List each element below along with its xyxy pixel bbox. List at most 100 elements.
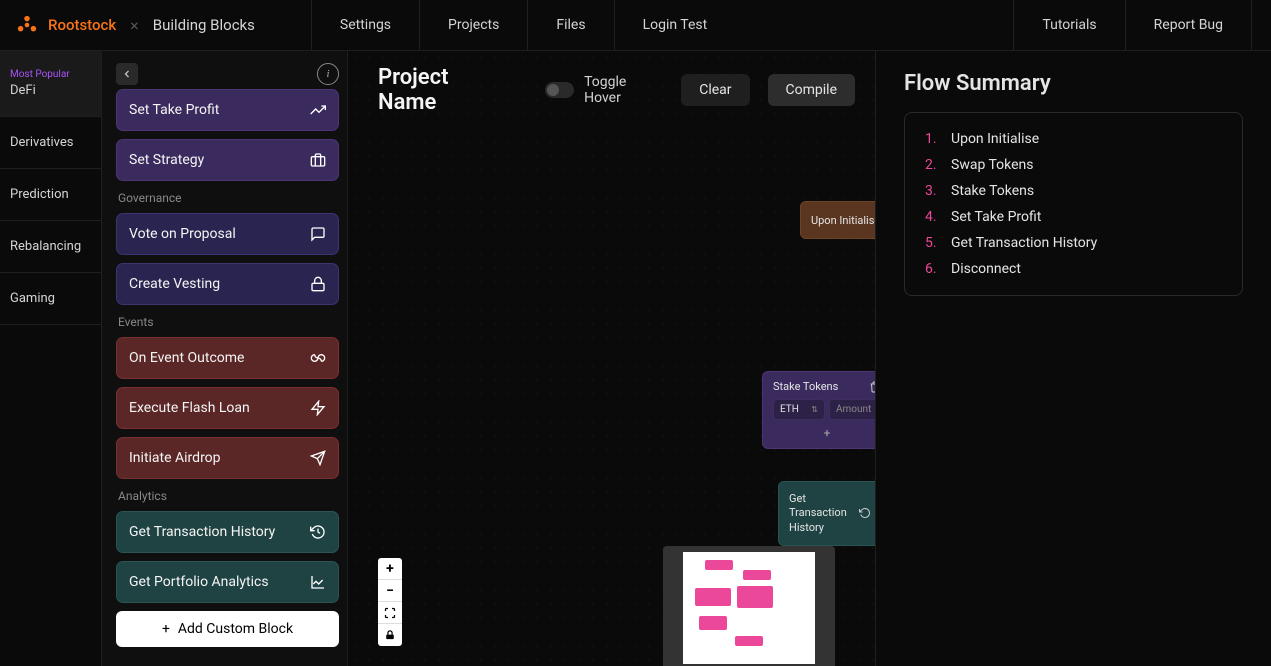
summary-list: 1. Upon Initialise 2. Swap Tokens 3. Stake … [904, 112, 1243, 296]
block-label: Vote on Proposal [129, 226, 236, 242]
block-get-portfolio-analytics[interactable]: Get Portfolio Analytics [116, 561, 339, 603]
lock-icon [385, 630, 395, 640]
summary-number: 1. [925, 131, 941, 147]
updown-icon: ⇅ [811, 405, 818, 414]
zap-icon [310, 400, 326, 416]
summary-item: 6.Disconnect [925, 261, 1222, 277]
summary-item: 2. Swap Tokens [925, 157, 1222, 173]
block-label: Initiate Airdrop [129, 450, 221, 466]
block-create-vesting[interactable]: Create Vesting [116, 263, 339, 305]
summary-label: Get Transaction History [951, 235, 1097, 251]
category-defi[interactable]: Most Popular DeFi [0, 51, 101, 117]
nav-files[interactable]: Files [527, 0, 613, 50]
summary-number: 2. [925, 157, 941, 173]
category-derivatives[interactable]: Derivatives [0, 117, 101, 169]
block-label: Execute Flash Loan [129, 400, 250, 416]
history-icon [859, 507, 871, 519]
block-set-take-profit[interactable]: Set Take Profit [116, 89, 339, 131]
minimap[interactable] [663, 546, 835, 666]
block-label: Create Vesting [129, 276, 220, 292]
node-label: Get Transaction History [789, 492, 859, 535]
popular-tag: Most Popular [10, 69, 91, 80]
block-set-strategy[interactable]: Set Strategy [116, 139, 339, 181]
summary-number: 5. [925, 235, 941, 251]
maximize-icon [384, 607, 396, 619]
block-label: Get Portfolio Analytics [129, 574, 269, 590]
block-execute-flash-loan[interactable]: Execute Flash Loan [116, 387, 339, 429]
clear-button[interactable]: Clear [681, 74, 749, 106]
trash-icon[interactable] [869, 381, 876, 393]
zoom-in-button[interactable]: + [378, 558, 402, 580]
add-custom-block-button[interactable]: + Add Custom Block [116, 611, 339, 647]
lock-icon [310, 276, 326, 292]
block-vote-on-proposal[interactable]: Vote on Proposal [116, 213, 339, 255]
node-label: Stake Tokens [773, 380, 838, 393]
trending-up-icon [310, 102, 326, 118]
block-initiate-airdrop[interactable]: Initiate Airdrop [116, 437, 339, 479]
summary-label: Swap Tokens [951, 157, 1034, 173]
zoom-out-button[interactable]: − [378, 580, 402, 602]
stake-token-select[interactable]: ETH⇅ [773, 399, 825, 420]
category-prediction[interactable]: Prediction [0, 169, 101, 221]
category-gaming[interactable]: Gaming [0, 273, 101, 325]
toggle-hover-label: Toggle Hover [584, 74, 663, 106]
rootstock-logo-icon [16, 14, 38, 36]
add-field-button[interactable]: + [773, 426, 876, 440]
minimap-viewport [683, 552, 815, 664]
message-icon [310, 226, 326, 242]
history-icon [310, 524, 326, 540]
category-rebalancing[interactable]: Rebalancing [0, 221, 101, 273]
category-sidebar: Most Popular DeFi Derivatives Prediction… [0, 51, 102, 666]
block-get-transaction-history[interactable]: Get Transaction History [116, 511, 339, 553]
canvas-toolbar: Project Name Toggle Hover Clear Compile [378, 65, 855, 115]
summary-label: Stake Tokens [951, 183, 1034, 199]
nav-report-bug[interactable]: Report Bug [1125, 0, 1251, 50]
header: Rootstock × Building Blocks Settings Pro… [0, 0, 1271, 51]
nav-settings[interactable]: Settings [311, 0, 419, 50]
plus-icon: + [162, 621, 170, 637]
zoom-fit-button[interactable] [378, 602, 402, 624]
zoom-lock-button[interactable] [378, 624, 402, 646]
fan-icon [310, 350, 326, 366]
briefcase-icon [310, 152, 326, 168]
block-label: Set Take Profit [129, 102, 219, 118]
section-analytics: Analytics [118, 489, 339, 503]
nav-tutorials[interactable]: Tutorials [1013, 0, 1124, 50]
summary-item: 4.Set Take Profit [925, 209, 1222, 225]
block-label: Set Strategy [129, 152, 204, 168]
nav-right: Tutorials Report Bug [1013, 0, 1271, 50]
nav-projects[interactable]: Projects [419, 0, 527, 50]
summary-label: Disconnect [951, 261, 1021, 277]
send-icon [310, 450, 326, 466]
block-label: On Event Outcome [129, 350, 244, 366]
category-label: DeFi [10, 83, 91, 98]
blocks-panel[interactable]: i Set Take Profit Set Strategy Governanc… [102, 51, 347, 666]
summary-label: Upon Initialise [951, 131, 1039, 147]
node-get-transaction-history[interactable]: Get Transaction History [778, 481, 876, 546]
nav-left: Settings Projects Files Login Test [311, 0, 735, 50]
node-label: Upon Initialise [811, 214, 876, 227]
block-label: Get Transaction History [129, 524, 275, 540]
info-button[interactable]: i [317, 63, 339, 85]
chart-line-icon [310, 574, 326, 590]
nav-login-test[interactable]: Login Test [614, 0, 736, 50]
back-button[interactable] [116, 63, 138, 85]
toggle-hover-control: Toggle Hover [545, 74, 663, 106]
node-upon-initialise[interactable]: Upon Initialise [800, 201, 876, 239]
stake-amount-input[interactable]: Amount [829, 399, 876, 420]
summary-item: 5. Get Transaction History [925, 235, 1222, 251]
breadcrumb-separator: × [130, 16, 139, 35]
node-stake-tokens[interactable]: Stake Tokens ETH⇅ Amount + [762, 371, 876, 449]
compile-button[interactable]: Compile [768, 74, 855, 106]
flow-summary-panel: Flow Summary 1. Upon Initialise 2. Swap To… [876, 51, 1271, 666]
block-on-event-outcome[interactable]: On Event Outcome [116, 337, 339, 379]
brand: Rootstock × Building Blocks [0, 14, 271, 36]
summary-title: Flow Summary [904, 71, 1243, 96]
summary-number: 3. [925, 183, 941, 199]
zoom-controls: + − [378, 558, 402, 646]
summary-item: 3. Stake Tokens [925, 183, 1222, 199]
summary-item: 1. Upon Initialise [925, 131, 1222, 147]
canvas[interactable]: Project Name Toggle Hover Clear Compile … [347, 51, 876, 666]
toggle-hover-switch[interactable] [545, 82, 574, 98]
project-name: Project Name [378, 65, 507, 115]
